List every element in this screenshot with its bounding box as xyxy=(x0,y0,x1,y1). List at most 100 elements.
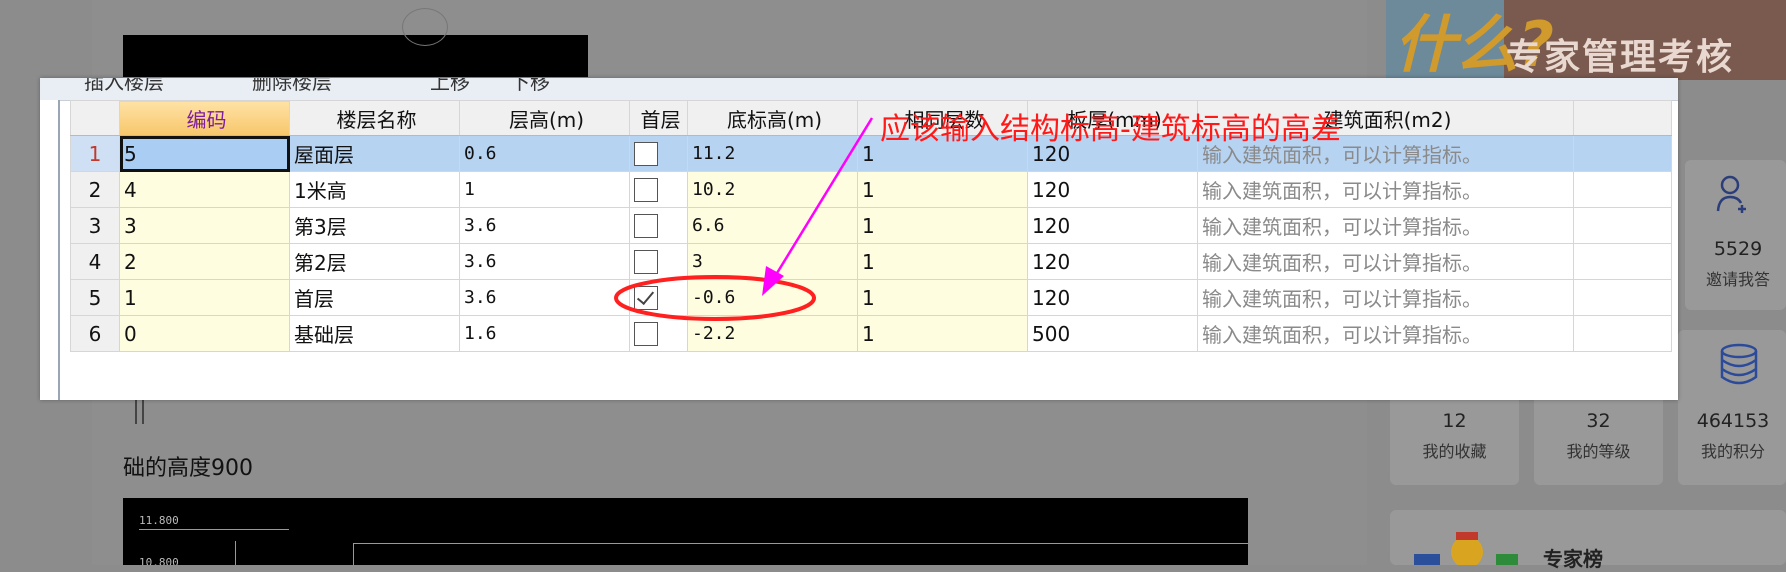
cell-first-floor[interactable] xyxy=(629,315,688,352)
cell-building-area[interactable]: 输入建筑面积，可以计算指标。 xyxy=(1197,315,1574,352)
article-text: 础的高度900 xyxy=(123,456,253,481)
row-number: 1 xyxy=(70,135,120,172)
cell-code[interactable]: 0 xyxy=(119,315,290,352)
move-down-button[interactable]: 下移 xyxy=(510,78,550,95)
cell-slab-thickness[interactable]: 500 xyxy=(1027,315,1198,352)
cell-floor-name[interactable]: 屋面层 xyxy=(289,135,460,172)
table-row[interactable]: 2 4 1米高 1 10.2 1 120 输入建筑面积，可以计算指标。 xyxy=(70,171,1672,208)
cell-base-elevation[interactable]: 11.2 xyxy=(687,135,858,172)
header-floor-height[interactable]: 层高(m) xyxy=(459,100,630,136)
cell-slab-thickness[interactable]: 120 xyxy=(1027,207,1198,244)
dialog-toolbar: 插入楼层 删除楼层 上移 下移 xyxy=(40,78,1678,101)
row-number: 4 xyxy=(70,243,120,280)
cell-floor-height[interactable]: 3.6 xyxy=(459,207,630,244)
first-floor-checkbox[interactable] xyxy=(634,286,658,311)
cell-floor-height[interactable]: 3.6 xyxy=(459,279,630,316)
expert-ranking-title: 专家榜 xyxy=(1543,547,1603,571)
user-plus-icon xyxy=(1716,175,1746,213)
points-label: 我的积分 xyxy=(1700,442,1765,461)
cell-same-floors[interactable]: 1 xyxy=(857,243,1028,280)
first-floor-checkbox[interactable] xyxy=(634,322,658,347)
cell-base-elevation[interactable]: 10.2 xyxy=(687,171,858,208)
table-row[interactable]: 4 2 第2层 3.6 3 1 120 输入建筑面积，可以计算指标。 xyxy=(70,243,1672,280)
cell-first-floor[interactable] xyxy=(629,279,688,316)
header-first-floor[interactable]: 首层 xyxy=(629,100,688,136)
table-row[interactable]: 1 5 屋面层 0.6 11.2 1 120 输入建筑面积，可以计算指标。 xyxy=(70,135,1672,172)
cell-base-elevation[interactable]: 3 xyxy=(687,243,858,280)
cell-base-elevation[interactable]: -2.2 xyxy=(687,315,858,352)
cell-floor-height[interactable]: 0.6 xyxy=(459,135,630,172)
cell-slab-thickness[interactable]: 120 xyxy=(1027,243,1198,280)
insert-floor-button[interactable]: 插入楼层 xyxy=(84,78,164,95)
header-code[interactable]: 编码 xyxy=(119,100,290,136)
cell-same-floors[interactable]: 1 xyxy=(857,171,1028,208)
favorites-stat[interactable]: 12 我的收藏 xyxy=(1390,410,1519,462)
cell-spacer xyxy=(1573,279,1672,316)
table-row[interactable]: 6 0 基础层 1.6 -2.2 1 500 输入建筑面积，可以计算指标。 xyxy=(70,315,1672,352)
drawing-line xyxy=(235,541,236,565)
level-stat[interactable]: 32 我的等级 xyxy=(1534,410,1663,462)
text-cursor xyxy=(135,400,144,424)
first-floor-checkbox[interactable] xyxy=(634,214,658,239)
cell-floor-name[interactable]: 第3层 xyxy=(289,207,460,244)
cell-floor-height[interactable]: 1 xyxy=(459,171,630,208)
cell-floor-name[interactable]: 第2层 xyxy=(289,243,460,280)
drawing-label: 11.800 xyxy=(139,514,179,527)
table-row[interactable]: 5 1 首层 3.6 -0.6 1 120 输入建筑面积，可以计算指标。 xyxy=(70,279,1672,316)
cell-code[interactable]: 3 xyxy=(119,207,290,244)
invite-count: 5529 xyxy=(1713,238,1763,260)
cell-code[interactable]: 5 xyxy=(119,135,290,172)
row-number: 5 xyxy=(70,279,120,316)
first-floor-checkbox[interactable] xyxy=(634,250,658,275)
invite-stat[interactable]: 5529 邀请我答 xyxy=(1690,238,1786,290)
table-row[interactable]: 3 3 第3层 3.6 6.6 1 120 输入建筑面积，可以计算指标。 xyxy=(70,207,1672,244)
move-up-button[interactable]: 上移 xyxy=(430,78,470,95)
cell-code[interactable]: 2 xyxy=(119,243,290,280)
cell-slab-thickness[interactable]: 120 xyxy=(1027,279,1198,316)
floor-settings-dialog: 插入楼层 删除楼层 上移 下移 编码 楼层名称 层高(m) 首层 底标高(m) … xyxy=(40,78,1678,400)
cell-floor-name[interactable]: 首层 xyxy=(289,279,460,316)
cell-first-floor[interactable] xyxy=(629,207,688,244)
banner-title: 专家管理考核 xyxy=(1506,37,1735,78)
cell-base-elevation[interactable]: 6.6 xyxy=(687,207,858,244)
first-floor-checkbox[interactable] xyxy=(634,142,658,167)
cell-same-floors[interactable]: 1 xyxy=(857,279,1028,316)
cell-same-floors[interactable]: 1 xyxy=(857,207,1028,244)
cell-spacer xyxy=(1573,315,1672,352)
points-stat[interactable]: 464153 我的积分 xyxy=(1680,410,1786,462)
background-cad-drawing: 11.800 10.800 xyxy=(123,498,1248,565)
cell-spacer xyxy=(1573,171,1672,208)
cell-base-elevation[interactable]: -0.6 xyxy=(687,279,858,316)
cell-code[interactable]: 4 xyxy=(119,171,290,208)
coins-icon xyxy=(1720,343,1758,385)
annotation-text: 应该输入结构标高-建筑标高的高差 xyxy=(880,112,1341,147)
first-floor-checkbox[interactable] xyxy=(634,178,658,203)
level-count: 32 xyxy=(1586,410,1611,432)
cell-same-floors[interactable]: 1 xyxy=(857,315,1028,352)
cell-first-floor[interactable] xyxy=(629,171,688,208)
header-base-elevation[interactable]: 底标高(m) xyxy=(687,100,858,136)
cell-building-area[interactable]: 输入建筑面积，可以计算指标。 xyxy=(1197,279,1574,316)
promo-banner[interactable]: 什么? 专家管理考核 xyxy=(1386,0,1786,80)
cell-floor-height[interactable]: 1.6 xyxy=(459,315,630,352)
corner-cell xyxy=(70,100,120,136)
delete-floor-button[interactable]: 删除楼层 xyxy=(252,78,332,95)
cell-first-floor[interactable] xyxy=(629,135,688,172)
floor-table: 编码 楼层名称 层高(m) 首层 底标高(m) 相同层数 板厚(mm) 建筑面积… xyxy=(70,100,1672,352)
cell-floor-name[interactable]: 基础层 xyxy=(289,315,460,352)
header-spacer xyxy=(1573,100,1672,136)
header-floor-name[interactable]: 楼层名称 xyxy=(289,100,460,136)
cell-building-area[interactable]: 输入建筑面积，可以计算指标。 xyxy=(1197,243,1574,280)
cell-spacer xyxy=(1573,243,1672,280)
cell-floor-name[interactable]: 1米高 xyxy=(289,171,460,208)
row-number: 2 xyxy=(70,171,120,208)
cell-slab-thickness[interactable]: 120 xyxy=(1027,171,1198,208)
dialog-left-frame xyxy=(40,100,60,400)
medal-icon xyxy=(1414,532,1518,565)
drawing-line xyxy=(353,543,354,565)
cell-floor-height[interactable]: 3.6 xyxy=(459,243,630,280)
cell-first-floor[interactable] xyxy=(629,243,688,280)
cell-building-area[interactable]: 输入建筑面积，可以计算指标。 xyxy=(1197,171,1574,208)
cell-building-area[interactable]: 输入建筑面积，可以计算指标。 xyxy=(1197,207,1574,244)
cell-code[interactable]: 1 xyxy=(119,279,290,316)
